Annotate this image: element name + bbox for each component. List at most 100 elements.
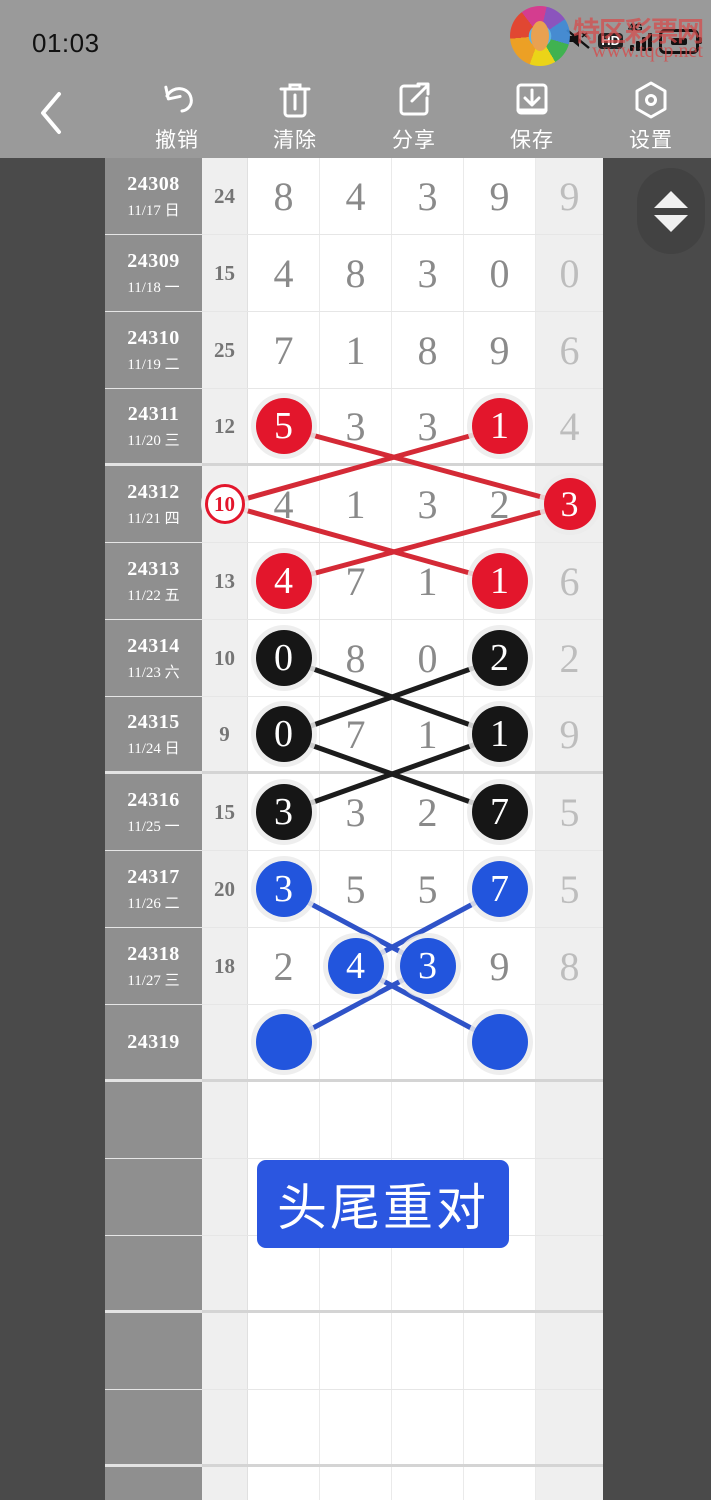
number-cell[interactable]: 3 — [392, 466, 464, 542]
row-sum-cell[interactable]: 15 — [202, 235, 248, 311]
table-row[interactable] — [105, 1313, 603, 1390]
table-row[interactable]: 24312 11/21 四 10 4 1 3 2 3 — [105, 466, 603, 543]
scroll-jump-widget[interactable] — [637, 168, 705, 254]
number-marker-circle[interactable]: 7 — [471, 784, 528, 840]
row-sum-cell[interactable]: 18 — [202, 928, 248, 1004]
extra-number-cell[interactable] — [536, 1467, 603, 1500]
number-cell[interactable] — [392, 1313, 464, 1389]
row-sum-cell[interactable]: 20 — [202, 851, 248, 927]
number-cell[interactable]: 7 — [320, 697, 392, 771]
number-cell[interactable]: 1 — [464, 697, 536, 771]
number-cell[interactable]: 3 — [248, 774, 320, 850]
table-row[interactable]: 24310 11/19 二 25 7 1 8 9 6 — [105, 312, 603, 389]
number-cell[interactable]: 8 — [320, 620, 392, 696]
number-cell[interactable]: 1 — [464, 389, 536, 463]
table-row[interactable]: 24313 11/22 五 13 4 7 1 1 6 — [105, 543, 603, 620]
extra-number-cell[interactable]: 3 — [536, 466, 603, 542]
number-cell[interactable] — [392, 1005, 464, 1079]
number-cell[interactable] — [392, 1467, 464, 1500]
row-sum-cell[interactable]: 15 — [202, 774, 248, 850]
number-cell[interactable]: 5 — [320, 851, 392, 927]
number-cell[interactable]: 1 — [320, 312, 392, 388]
table-row[interactable]: 24319 — [105, 1005, 603, 1082]
number-cell[interactable] — [464, 1005, 536, 1079]
extra-number-cell[interactable]: 2 — [536, 620, 603, 696]
number-cell[interactable] — [248, 1005, 320, 1079]
number-cell[interactable]: 7 — [464, 774, 536, 850]
number-cell[interactable]: 1 — [320, 466, 392, 542]
number-cell[interactable]: 9 — [464, 928, 536, 1004]
number-marker-circle[interactable]: 0 — [255, 630, 312, 686]
number-cell[interactable] — [320, 1082, 392, 1158]
number-marker-circle[interactable]: 5 — [255, 398, 312, 454]
row-sum-cell[interactable]: 10 — [202, 620, 248, 696]
row-sum-cell[interactable] — [202, 1390, 248, 1464]
number-cell[interactable]: 4 — [248, 235, 320, 311]
number-marker-circle[interactable]: 4 — [327, 938, 384, 994]
number-cell[interactable] — [320, 1390, 392, 1464]
extra-number-cell[interactable]: 9 — [536, 158, 603, 234]
number-marker-circle[interactable]: 1 — [471, 398, 528, 454]
table-row[interactable]: 24315 11/24 日907119 — [105, 697, 603, 774]
number-cell[interactable] — [464, 1313, 536, 1389]
table-row[interactable] — [105, 1390, 603, 1467]
number-cell[interactable]: 7 — [464, 851, 536, 927]
number-marker-circle[interactable] — [471, 1014, 528, 1070]
number-marker-circle[interactable]: 2 — [471, 630, 528, 686]
extra-number-cell[interactable]: 6 — [536, 312, 603, 388]
scroll-up-icon[interactable] — [654, 190, 688, 208]
number-marker-circle[interactable]: 3 — [399, 938, 456, 994]
extra-number-cell[interactable] — [536, 1159, 603, 1235]
extra-number-cell[interactable]: 8 — [536, 928, 603, 1004]
number-cell[interactable] — [464, 1467, 536, 1500]
number-cell[interactable]: 1 — [392, 697, 464, 771]
number-cell[interactable] — [248, 1390, 320, 1464]
number-cell[interactable] — [392, 1082, 464, 1158]
number-cell[interactable] — [320, 1005, 392, 1079]
settings-button[interactable]: 设置 — [596, 78, 706, 156]
row-sum-cell[interactable] — [202, 1467, 248, 1500]
lottery-grid[interactable]: 11/16 六 2430811/17 日24843992430911/18 一1… — [105, 158, 603, 1500]
number-cell[interactable]: 4 — [248, 543, 320, 619]
number-cell[interactable]: 3 — [248, 851, 320, 927]
row-sum-cell[interactable]: 13 — [202, 543, 248, 619]
extra-number-cell[interactable] — [536, 1082, 603, 1158]
row-sum-cell[interactable]: 9 — [202, 697, 248, 771]
number-cell[interactable]: 2 — [464, 620, 536, 696]
number-marker-circle[interactable]: 0 — [255, 706, 312, 762]
number-marker-circle[interactable]: 1 — [471, 553, 528, 609]
extra-number-cell[interactable]: 5 — [536, 774, 603, 850]
number-marker-circle[interactable]: 3 — [255, 861, 312, 917]
clear-button[interactable]: 清除 — [240, 78, 350, 156]
number-cell[interactable]: 5 — [392, 851, 464, 927]
number-cell[interactable]: 7 — [320, 543, 392, 619]
number-cell[interactable]: 5 — [248, 389, 320, 463]
extra-number-cell[interactable]: 0 — [536, 235, 603, 311]
number-marker-circle[interactable]: 7 — [471, 861, 528, 917]
number-cell[interactable]: 4 — [320, 928, 392, 1004]
save-button[interactable]: 保存 — [477, 78, 587, 156]
back-button[interactable] — [26, 88, 76, 138]
row-sum-cell[interactable] — [202, 1082, 248, 1158]
undo-button[interactable]: 撤销 — [122, 78, 232, 156]
number-cell[interactable]: 2 — [392, 774, 464, 850]
scroll-down-icon[interactable] — [654, 214, 688, 232]
number-cell[interactable]: 0 — [248, 697, 320, 771]
number-cell[interactable]: 2 — [464, 466, 536, 542]
number-cell[interactable]: 7 — [248, 312, 320, 388]
number-cell[interactable] — [248, 1313, 320, 1389]
number-cell[interactable] — [248, 1467, 320, 1500]
number-marker-circle[interactable] — [255, 1014, 312, 1070]
row-sum-cell[interactable] — [202, 1005, 248, 1079]
row-sum-cell[interactable] — [202, 1159, 248, 1235]
sum-marker-circle[interactable]: 10 — [204, 484, 245, 524]
number-cell[interactable]: 8 — [248, 158, 320, 234]
number-cell[interactable]: 3 — [320, 774, 392, 850]
extra-number-cell[interactable]: 5 — [536, 851, 603, 927]
table-row[interactable]: 24317 11/26 二 20 3 5 5 7 5 — [105, 851, 603, 928]
extra-marker-circle[interactable]: 3 — [543, 478, 596, 530]
table-row[interactable]: 24309 11/18 一 15 4 8 3 0 0 — [105, 235, 603, 312]
row-sum-cell[interactable] — [202, 1236, 248, 1310]
number-cell[interactable]: 8 — [320, 235, 392, 311]
number-cell[interactable]: 4 — [320, 158, 392, 234]
